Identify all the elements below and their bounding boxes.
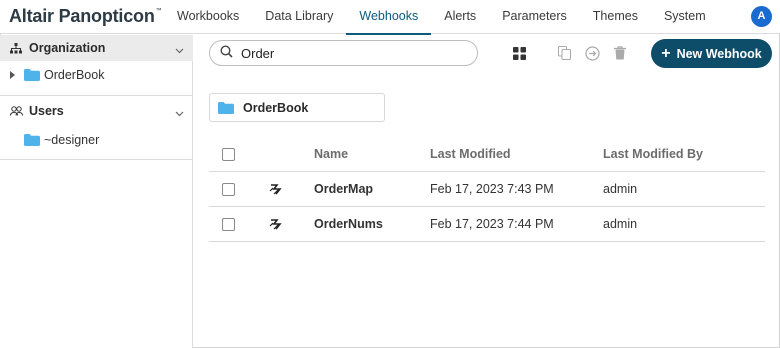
row-checkbox[interactable]: [222, 183, 235, 196]
delete-icon[interactable]: [612, 45, 628, 61]
organization-section-header[interactable]: Organization: [0, 35, 193, 61]
search-icon: [220, 45, 233, 61]
grid-view-icon[interactable]: [511, 45, 527, 61]
tab-themes[interactable]: Themes: [580, 0, 651, 34]
row-last-modified-by: admin: [603, 217, 638, 231]
tree-item-label: OrderBook: [44, 68, 105, 82]
folder-card-orderbook[interactable]: OrderBook: [209, 93, 385, 122]
column-header-name[interactable]: Name: [314, 137, 348, 172]
tab-data-library[interactable]: Data Library: [252, 0, 346, 34]
users-icon: [10, 106, 24, 116]
caret-right-icon[interactable]: [10, 71, 18, 79]
tree-item-designer[interactable]: ~designer: [24, 129, 99, 151]
org-tree-icon: [10, 42, 24, 54]
users-label: Users: [29, 104, 64, 118]
row-last-modified: Feb 17, 2023 7:43 PM: [430, 182, 554, 196]
select-all-checkbox[interactable]: [222, 148, 235, 161]
top-bar: Altair Panopticon™ Workbooks Data Librar…: [0, 0, 780, 35]
move-icon[interactable]: [584, 45, 600, 61]
chevron-down-icon[interactable]: [175, 106, 184, 120]
table-row[interactable]: OrderNums Feb 17, 2023 7:44 PM admin: [209, 207, 765, 242]
sidebar-divider: [0, 159, 193, 160]
tab-alerts[interactable]: Alerts: [431, 0, 489, 34]
row-checkbox[interactable]: [222, 218, 235, 231]
search-box[interactable]: [209, 40, 478, 66]
tab-system[interactable]: System: [651, 0, 719, 34]
sidebar: Organization OrderBook Users ~designer: [0, 35, 193, 348]
webhook-icon: [269, 182, 283, 196]
row-name[interactable]: OrderNums: [314, 207, 383, 242]
organization-label: Organization: [29, 41, 106, 55]
tree-item-orderbook[interactable]: OrderBook: [10, 64, 104, 86]
copy-icon[interactable]: [556, 45, 572, 61]
app-logo: Altair Panopticon™: [9, 6, 162, 26]
main-nav: Workbooks Data Library Webhooks Alerts P…: [164, 0, 719, 35]
user-avatar[interactable]: A: [751, 6, 772, 27]
folder-icon: [24, 134, 40, 146]
tab-webhooks[interactable]: Webhooks: [346, 0, 432, 35]
sidebar-divider: [0, 95, 193, 96]
new-webhook-label: New Webhook: [676, 46, 762, 61]
table-row[interactable]: OrderMap Feb 17, 2023 7:43 PM admin: [209, 172, 765, 207]
column-header-last-modified-by[interactable]: Last Modified By: [603, 137, 703, 172]
row-last-modified: Feb 17, 2023 7:44 PM: [430, 217, 554, 231]
search-input[interactable]: [241, 45, 461, 61]
tree-item-label: ~designer: [44, 133, 100, 147]
users-section-header[interactable]: Users: [0, 98, 193, 124]
tab-workbooks[interactable]: Workbooks: [164, 0, 252, 34]
new-webhook-button[interactable]: + New Webhook: [651, 39, 772, 68]
chevron-down-icon[interactable]: [175, 43, 184, 57]
folder-icon: [24, 69, 40, 81]
table-header-row: Name Last Modified Last Modified By: [209, 137, 765, 172]
plus-icon: +: [661, 44, 671, 62]
row-last-modified-by: admin: [603, 182, 638, 196]
folder-card-label: OrderBook: [243, 100, 309, 115]
webhook-icon: [269, 217, 283, 231]
row-name[interactable]: OrderMap: [314, 172, 373, 207]
column-header-last-modified[interactable]: Last Modified: [430, 137, 511, 172]
tab-parameters[interactable]: Parameters: [489, 0, 580, 34]
folder-icon: [218, 101, 234, 114]
